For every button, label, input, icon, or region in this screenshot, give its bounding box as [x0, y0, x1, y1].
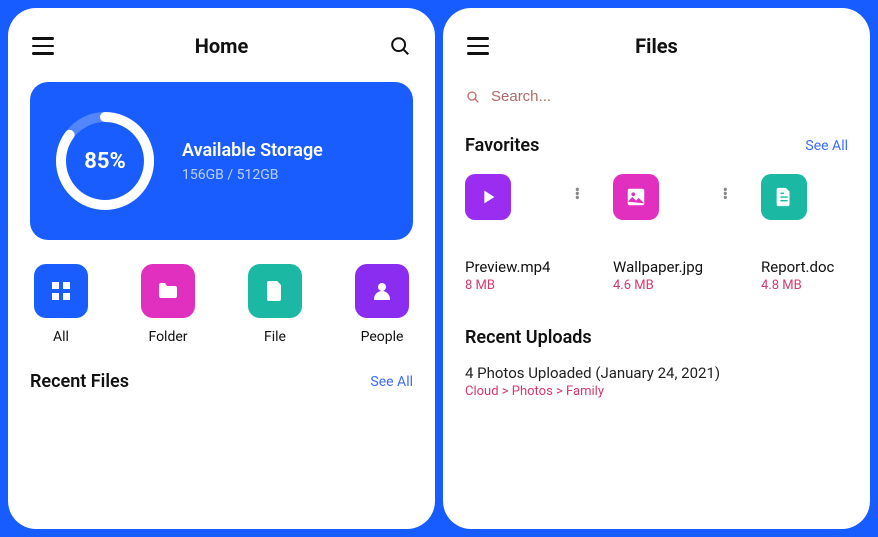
favorites-row: ••• Preview.mp4 8 MB ••• Wallpaper.jpg 4…	[465, 174, 848, 293]
files-title: Files	[635, 34, 678, 58]
favorites-see-all[interactable]: See All	[805, 138, 848, 154]
files-topbar: Files	[465, 26, 848, 66]
recent-uploads-section: Recent Uploads 4 Photos Uploaded (Januar…	[465, 327, 848, 399]
favorite-size: 4.8 MB	[761, 278, 848, 293]
favorite-size: 4.6 MB	[613, 278, 753, 293]
search-bar[interactable]	[465, 88, 848, 105]
storage-detail: 156GB / 512GB	[182, 167, 323, 183]
favorite-name: Report.doc	[761, 258, 848, 276]
category-people[interactable]: People	[355, 264, 409, 345]
category-all[interactable]: All	[34, 264, 88, 345]
category-row: All Folder File People	[30, 264, 413, 345]
favorite-item-wallpaper[interactable]: ••• Wallpaper.jpg 4.6 MB	[613, 174, 753, 293]
upload-entry[interactable]: 4 Photos Uploaded (January 24, 2021) Clo…	[465, 364, 848, 399]
favorite-name: Preview.mp4	[465, 258, 605, 276]
play-icon	[465, 174, 511, 220]
recent-files-header: Recent Files See All	[30, 371, 413, 392]
files-screen: Files Favorites See All ••• Preview.mp4 …	[443, 8, 870, 529]
image-icon	[613, 174, 659, 220]
category-label: File	[264, 329, 286, 345]
folder-icon	[141, 264, 195, 318]
recent-files-see-all[interactable]: See All	[370, 374, 413, 390]
storage-gauge: 85%	[50, 106, 160, 216]
person-icon	[355, 264, 409, 318]
category-file[interactable]: File	[248, 264, 302, 345]
menu-icon[interactable]	[465, 33, 491, 59]
favorites-title: Favorites	[465, 135, 539, 156]
upload-entry-path: Cloud > Photos > Family	[465, 384, 848, 399]
search-icon	[465, 89, 481, 105]
favorites-header: Favorites See All	[465, 135, 848, 156]
category-label: People	[361, 329, 404, 345]
storage-info: Available Storage 156GB / 512GB	[182, 140, 323, 183]
storage-card[interactable]: 85% Available Storage 156GB / 512GB	[30, 82, 413, 240]
recent-files-title: Recent Files	[30, 371, 129, 392]
more-icon[interactable]: •••	[723, 188, 727, 200]
home-title: Home	[195, 34, 249, 58]
search-icon[interactable]	[387, 33, 413, 59]
storage-percent: 85%	[50, 106, 160, 216]
category-label: All	[53, 329, 69, 345]
favorite-size: 8 MB	[465, 278, 605, 293]
home-topbar: Home	[30, 26, 413, 66]
recent-uploads-title: Recent Uploads	[465, 327, 848, 348]
menu-icon[interactable]	[30, 33, 56, 59]
upload-entry-title: 4 Photos Uploaded (January 24, 2021)	[465, 364, 848, 382]
doc-icon	[761, 174, 807, 220]
category-folder[interactable]: Folder	[141, 264, 195, 345]
favorite-item-preview[interactable]: ••• Preview.mp4 8 MB	[465, 174, 605, 293]
search-input[interactable]	[491, 88, 848, 105]
favorite-name: Wallpaper.jpg	[613, 258, 753, 276]
file-icon	[248, 264, 302, 318]
more-icon[interactable]: •••	[575, 188, 579, 200]
category-label: Folder	[148, 329, 187, 345]
home-screen: Home 85% Available Storage 156GB / 512GB…	[8, 8, 435, 529]
storage-title: Available Storage	[182, 140, 323, 161]
favorite-item-report[interactable]: Report.doc 4.8 MB	[761, 174, 848, 293]
grid-icon	[34, 264, 88, 318]
